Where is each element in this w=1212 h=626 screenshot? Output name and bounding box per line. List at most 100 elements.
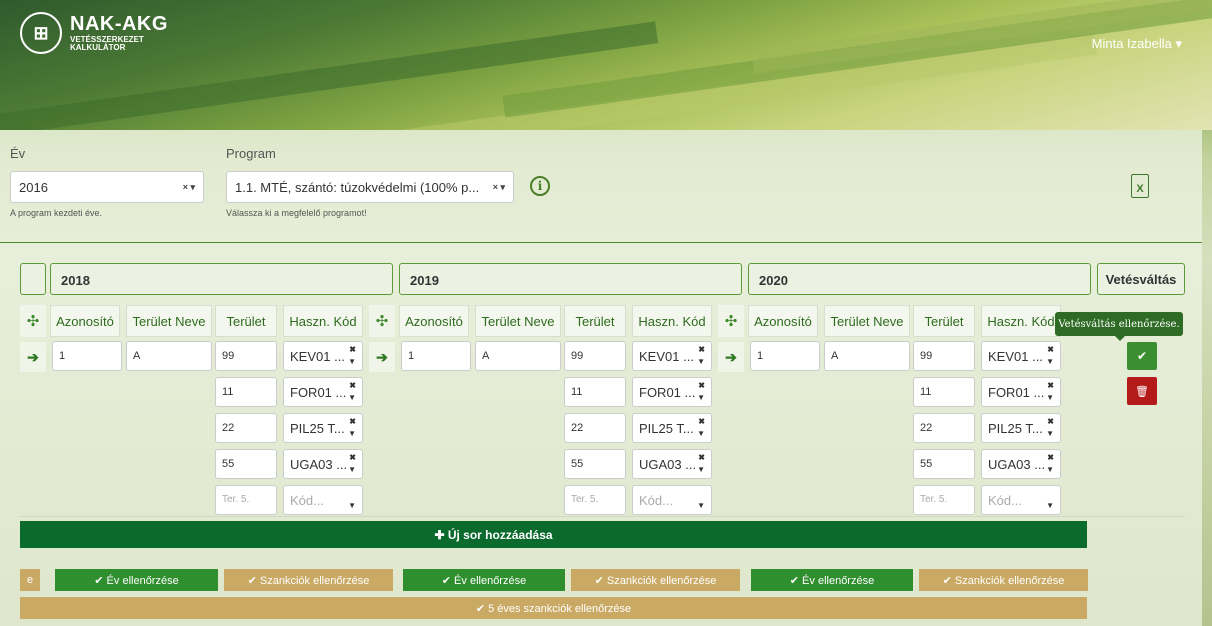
- program-help: Válassza ki a megfelelő programot!: [226, 208, 367, 218]
- clear-icon[interactable]: ✖: [1047, 381, 1054, 390]
- code-select[interactable]: FOR01 ... ✖ ▼: [981, 377, 1061, 407]
- check-sanctions-button[interactable]: ✔ Szankciók ellenőrzése: [224, 569, 393, 591]
- chevron-down-icon[interactable]: ▼: [697, 465, 705, 474]
- code-select-placeholder[interactable]: Kód... ▼: [632, 485, 712, 515]
- clear-icon[interactable]: ✖: [1047, 417, 1054, 426]
- chevron-down-icon[interactable]: ▼: [348, 501, 356, 510]
- code-select[interactable]: UGA03 ... ✖ ▼: [981, 449, 1061, 479]
- chevron-down-icon[interactable]: ▼: [1046, 357, 1054, 366]
- area-input-placeholder[interactable]: Ter. 5.: [564, 485, 626, 515]
- name-input[interactable]: A: [475, 341, 561, 371]
- code-placeholder: Kód...: [290, 493, 324, 508]
- chevron-down-icon[interactable]: ▼: [348, 429, 356, 438]
- year-select[interactable]: 2016 × ▾: [10, 171, 204, 203]
- chevron-down-icon[interactable]: ▼: [697, 393, 705, 402]
- clear-icon[interactable]: ✖: [698, 417, 705, 426]
- code-select[interactable]: KEV01 ... ✖ ▼: [632, 341, 712, 371]
- clear-dropdown-icon[interactable]: × ▾: [183, 182, 195, 193]
- excel-export-icon[interactable]: X: [1131, 174, 1149, 198]
- clear-icon[interactable]: ✖: [349, 453, 356, 462]
- clear-icon[interactable]: ✖: [698, 453, 705, 462]
- area-input[interactable]: 55: [913, 449, 975, 479]
- area-input[interactable]: 99: [215, 341, 277, 371]
- clear-icon[interactable]: ✖: [1047, 345, 1054, 354]
- chevron-down-icon[interactable]: ▼: [1046, 429, 1054, 438]
- clear-icon[interactable]: ✖: [349, 381, 356, 390]
- check-year-button[interactable]: ✔ Év ellenőrzése: [751, 569, 913, 591]
- code-select-placeholder[interactable]: Kód... ▼: [981, 485, 1061, 515]
- check-sanctions-button[interactable]: ✔ Szankciók ellenőrzése: [919, 569, 1088, 591]
- name-input[interactable]: A: [126, 341, 212, 371]
- check-year-button[interactable]: ✔ Év ellenőrzése: [403, 569, 565, 591]
- rotation-button[interactable]: Vetésváltás: [1097, 263, 1185, 295]
- check-sanctions-button[interactable]: ✔ Szankciók ellenőrzése: [571, 569, 740, 591]
- id-input[interactable]: 1: [750, 341, 820, 371]
- move-icon[interactable]: ✣: [369, 305, 395, 337]
- arrow-right-icon[interactable]: ➔: [20, 342, 46, 372]
- column-header-code: Haszn. Kód: [981, 305, 1061, 337]
- area-input[interactable]: 55: [215, 449, 277, 479]
- code-select[interactable]: PIL25 T... ✖ ▼: [632, 413, 712, 443]
- chevron-down-icon[interactable]: ▼: [1046, 393, 1054, 402]
- check-5year-button[interactable]: ✔ 5 éves szankciók ellenőrzése: [20, 597, 1087, 619]
- area-input[interactable]: 11: [215, 377, 277, 407]
- area-input[interactable]: 11: [913, 377, 975, 407]
- area-input-placeholder[interactable]: Ter. 5.: [913, 485, 975, 515]
- check-year-button[interactable]: ✔ Év ellenőrzése: [55, 569, 218, 591]
- code-select[interactable]: UGA03 ... ✖ ▼: [632, 449, 712, 479]
- id-input[interactable]: 1: [52, 341, 122, 371]
- app-logo[interactable]: ⊞ NAK-AKG VETÉSSZERKEZET KALKULÁTOR: [20, 12, 168, 54]
- chevron-down-icon[interactable]: ▼: [348, 357, 356, 366]
- code-select[interactable]: FOR01 ... ✖ ▼: [632, 377, 712, 407]
- chevron-down-icon[interactable]: ▼: [697, 429, 705, 438]
- area-input[interactable]: 99: [564, 341, 626, 371]
- move-icon[interactable]: ✣: [20, 305, 46, 337]
- clear-icon[interactable]: ✖: [698, 381, 705, 390]
- code-select[interactable]: KEV01 ... ✖ ▼: [283, 341, 363, 371]
- move-icon[interactable]: ✣: [718, 305, 744, 337]
- clear-icon[interactable]: ✖: [349, 345, 356, 354]
- area-input[interactable]: 22: [564, 413, 626, 443]
- code-select[interactable]: FOR01 ... ✖ ▼: [283, 377, 363, 407]
- code-placeholder: Kód...: [639, 493, 673, 508]
- chevron-down-icon[interactable]: ▼: [1046, 501, 1054, 510]
- code-value: PIL25 T...: [639, 421, 694, 436]
- arrow-right-icon[interactable]: ➔: [718, 342, 744, 372]
- chevron-down-icon[interactable]: ▼: [697, 501, 705, 510]
- clear-icon[interactable]: ✖: [698, 345, 705, 354]
- clear-icon[interactable]: ✖: [349, 417, 356, 426]
- area-input[interactable]: 22: [215, 413, 277, 443]
- code-value: KEV01 ...: [988, 349, 1043, 364]
- info-icon[interactable]: i: [530, 176, 550, 196]
- clear-dropdown-icon[interactable]: × ▾: [493, 182, 505, 193]
- column-header-area: Terület: [564, 305, 626, 337]
- code-select[interactable]: PIL25 T... ✖ ▼: [283, 413, 363, 443]
- check-icon[interactable]: ✔: [1127, 342, 1157, 370]
- chevron-down-icon[interactable]: ▼: [1046, 465, 1054, 474]
- arrow-right-icon[interactable]: ➔: [369, 342, 395, 372]
- id-input[interactable]: 1: [401, 341, 471, 371]
- name-input[interactable]: A: [824, 341, 910, 371]
- chevron-down-icon[interactable]: ▼: [348, 465, 356, 474]
- area-input[interactable]: 55: [564, 449, 626, 479]
- chevron-down-icon[interactable]: ▼: [697, 357, 705, 366]
- code-select[interactable]: KEV01 ... ✖ ▼: [981, 341, 1061, 371]
- area-input[interactable]: 11: [564, 377, 626, 407]
- area-input[interactable]: 99: [913, 341, 975, 371]
- header-banner: ⊞ NAK-AKG VETÉSSZERKEZET KALKULÁTOR Mint…: [0, 0, 1212, 130]
- code-select[interactable]: UGA03 ... ✖ ▼: [283, 449, 363, 479]
- user-menu[interactable]: Minta Izabella ▾: [1092, 36, 1182, 52]
- program-select[interactable]: 1.1. MTÉ, szántó: túzokvédelmi (100% p..…: [226, 171, 514, 203]
- chevron-down-icon[interactable]: ▼: [348, 393, 356, 402]
- area-input-placeholder[interactable]: Ter. 5.: [215, 485, 277, 515]
- app-subtitle-2: KALKULÁTOR: [70, 43, 126, 52]
- column-header-name: Terület Neve: [126, 305, 212, 337]
- add-row-button[interactable]: ✚ Új sor hozzáadása: [20, 521, 1087, 548]
- trash-icon[interactable]: 🗑: [1127, 377, 1157, 405]
- divider: [20, 516, 1185, 517]
- clear-icon[interactable]: ✖: [1047, 453, 1054, 462]
- code-select-placeholder[interactable]: Kód... ▼: [283, 485, 363, 515]
- code-select[interactable]: PIL25 T... ✖ ▼: [981, 413, 1061, 443]
- partial-button[interactable]: e: [20, 569, 40, 591]
- area-input[interactable]: 22: [913, 413, 975, 443]
